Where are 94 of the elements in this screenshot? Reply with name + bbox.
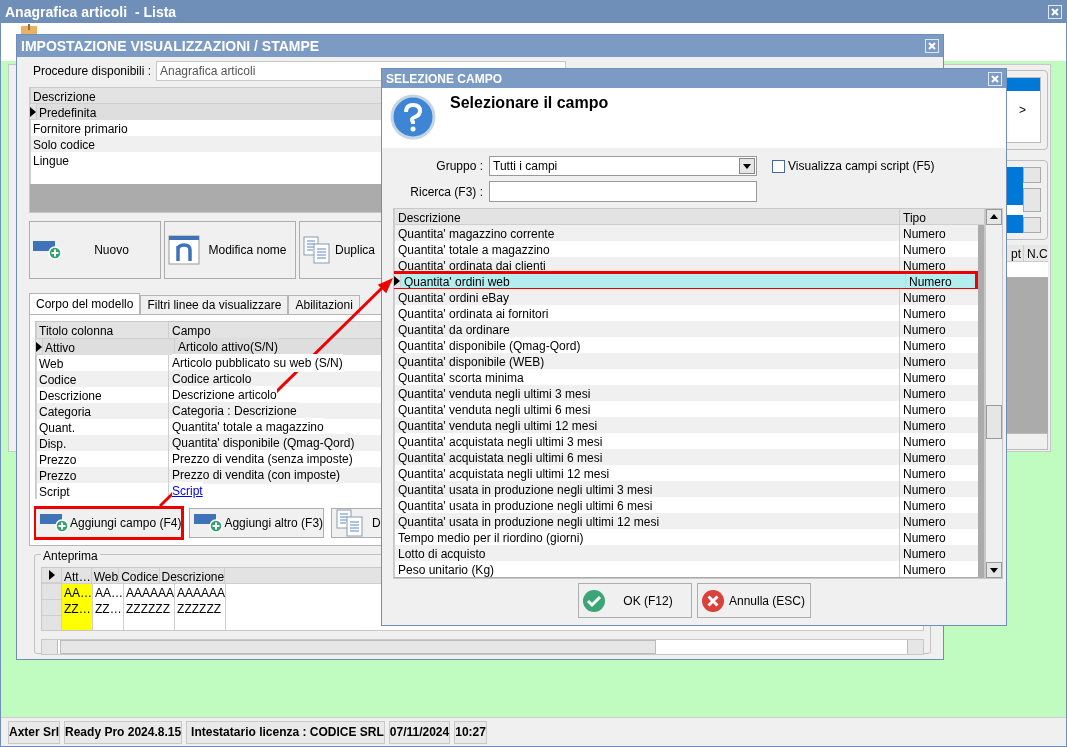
tab[interactable]: Corpo del modello [29, 293, 141, 314]
grid-row[interactable]: Quantita' disponibile (Qmag-Qord) Numero [394, 337, 978, 353]
dialog-button[interactable]: OK (F12) [577, 583, 692, 618]
add-field-button[interactable]: D [331, 508, 382, 538]
column-header: N.C [1026, 246, 1048, 261]
grid-row[interactable]: Quantita' disponibile (WEB) Numero [394, 353, 978, 369]
table-cell-text: Numero [902, 546, 946, 561]
field-label: Gruppo : [435, 158, 483, 175]
grid-row[interactable]: Quantita' da ordinare Numero [394, 321, 978, 337]
table-cell-text: Numero [908, 274, 952, 289]
table-cell-text: Numero [902, 226, 946, 241]
table-cell-text: Numero [902, 466, 946, 481]
status-field: Intestatario licenza : CODICE SRL [186, 720, 385, 744]
grid-row[interactable]: Quantita' venduta negli ultimi 6 mesi Numero [394, 401, 978, 417]
table-cell: Prezzo di vendita (con imposte) [172, 466, 341, 484]
grid-row[interactable]: Quantita' acquistata negli ultimi 12 mesi Numero [394, 465, 978, 481]
grid-row[interactable]: Quantita' acquistata negli ultimi 3 mesi Numero [394, 433, 978, 449]
column-header: Campo [171, 323, 211, 338]
dialog-button[interactable]: Annulla (ESC) [696, 583, 811, 618]
table-cell-text: Lingue [32, 153, 70, 168]
table-cell-text: Numero [902, 258, 946, 273]
table-cell-text: Numero [902, 306, 946, 321]
table-cell-text: Numero [902, 434, 946, 449]
toolbar-button[interactable]: Duplica [299, 221, 382, 279]
field-label: Ricerca (F3) : [409, 183, 483, 201]
status-field: 10:27 [454, 720, 487, 744]
grid-row[interactable]: Quantita' usata in produzione negli ultimi 12 mesi Numero [394, 513, 978, 529]
grid-row[interactable]: Lotto di acquisto Numero [394, 545, 978, 561]
grid-row[interactable]: Quantita' totale a magazzino Numero [394, 241, 978, 257]
table-cell-text: Numero [902, 482, 946, 497]
grid-row[interactable]: Peso unitario (Kg) Numero [394, 561, 978, 577]
column-header: Descrizione [159, 568, 226, 583]
status-field: 07/11/2024 [388, 720, 451, 744]
table-cell-text: Numero [902, 338, 946, 353]
grid-row[interactable]: Quantita' acquistata negli ultimi 6 mesi Numero [394, 449, 978, 465]
table-cell-text: Numero [902, 370, 946, 385]
table-cell-text: AA… [94, 585, 124, 600]
table-cell-text: Fornitore primario [32, 121, 128, 136]
column-header: Web [91, 568, 120, 583]
table-cell-text: Numero [902, 514, 946, 529]
grid-row[interactable]: Quantita' ordini web Numero [394, 273, 978, 289]
table-cell-text: AAAAAA [125, 585, 175, 600]
table-cell-text: Numero [902, 450, 946, 465]
grid-row[interactable]: Quantita' venduta negli ultimi 3 mesi Numero [394, 385, 978, 401]
add-field-button[interactable]: Aggiungi campo (F4) [35, 508, 183, 538]
field-label: Procedure disponibili : [31, 63, 151, 80]
table-cell: Peso unitario (Kg) [395, 561, 900, 577]
table-cell-text: AA… [63, 585, 92, 600]
script-link[interactable]: Script [172, 482, 203, 500]
table-cell-text: ZZ… [63, 601, 92, 616]
column-header: Titolo colonna [37, 322, 169, 338]
column-header: Codice [119, 568, 160, 583]
column-header: Descrizione [395, 209, 900, 224]
tab[interactable]: Abilitazioni [288, 295, 360, 314]
grid-row[interactable]: Tempo medio per il riordino (giorni) Numero [394, 529, 978, 545]
table-cell-text: Numero [902, 418, 946, 433]
table-cell-text: Numero [902, 530, 946, 545]
toolbar-button[interactable]: Nuovo [29, 221, 161, 279]
grid-row[interactable]: Quantita' venduta negli ultimi 12 mesi Numero [394, 417, 978, 433]
table-cell-text: Solo codice [32, 137, 96, 152]
table-cell: Prezzo di vendita (senza imposte) [172, 450, 353, 468]
status-field: Ready Pro 2024.8.15 [64, 720, 183, 744]
table-cell-text: ZZZZZZ [125, 601, 171, 616]
table-cell-text: ZZ… [94, 601, 123, 616]
add-field-button[interactable]: Aggiungi altro (F3) [189, 508, 325, 538]
column-header: Tipo [902, 210, 926, 224]
window-title: Anagrafica articoli - Lista [5, 2, 177, 22]
table-cell-text: Numero [902, 354, 946, 369]
list-text: > [1018, 102, 1027, 119]
toolbar-button[interactable]: Modifica nome [164, 221, 296, 279]
grid-row[interactable]: Quantita' ordini eBay Numero [394, 289, 978, 305]
status-field: Axter Srl [8, 720, 61, 744]
table-cell-text: AAAAAA [176, 585, 226, 600]
checkbox-label: Visualizza campi script (F5) [788, 158, 935, 175]
table-cell: Articolo pubblicato su web (S/N) [172, 354, 343, 372]
table-cell-text: Numero [902, 242, 946, 257]
grid-row[interactable]: Quantita' usata in produzione negli ultimi 6 mesi Numero [394, 497, 978, 513]
table-cell-text: Numero [902, 386, 946, 401]
grid-row[interactable]: Quantita' ordinata ai fornitori Numero [394, 305, 978, 321]
table-cell-text: Predefinita [38, 105, 97, 120]
table-cell: Quantita' ordinata dai clienti [395, 257, 900, 273]
grid-row[interactable]: Quantita' scorta minima Numero [394, 369, 978, 385]
grid-row[interactable]: Quantita' magazzino corrente Numero [394, 225, 978, 241]
group-dropdown[interactable]: Tutti i campi [489, 156, 757, 176]
table-cell-text: ZZZZZZ [176, 601, 223, 616]
grid-row[interactable]: Quantita' usata in produzione negli ultimi 3 mesi Numero [394, 481, 978, 497]
table-cell-text: Numero [902, 402, 946, 417]
column-header: Att… [62, 568, 92, 583]
table-cell-text: Numero [902, 290, 946, 305]
table-cell-text: Numero [902, 498, 946, 513]
tab[interactable]: Filtri linee da visualizzare [140, 295, 289, 314]
table-cell-text: Numero [902, 562, 946, 577]
table-cell-text: Numero [902, 322, 946, 337]
dialog-title: IMPOSTAZIONE VISUALIZZAZIONI / STAMPE [21, 36, 320, 56]
